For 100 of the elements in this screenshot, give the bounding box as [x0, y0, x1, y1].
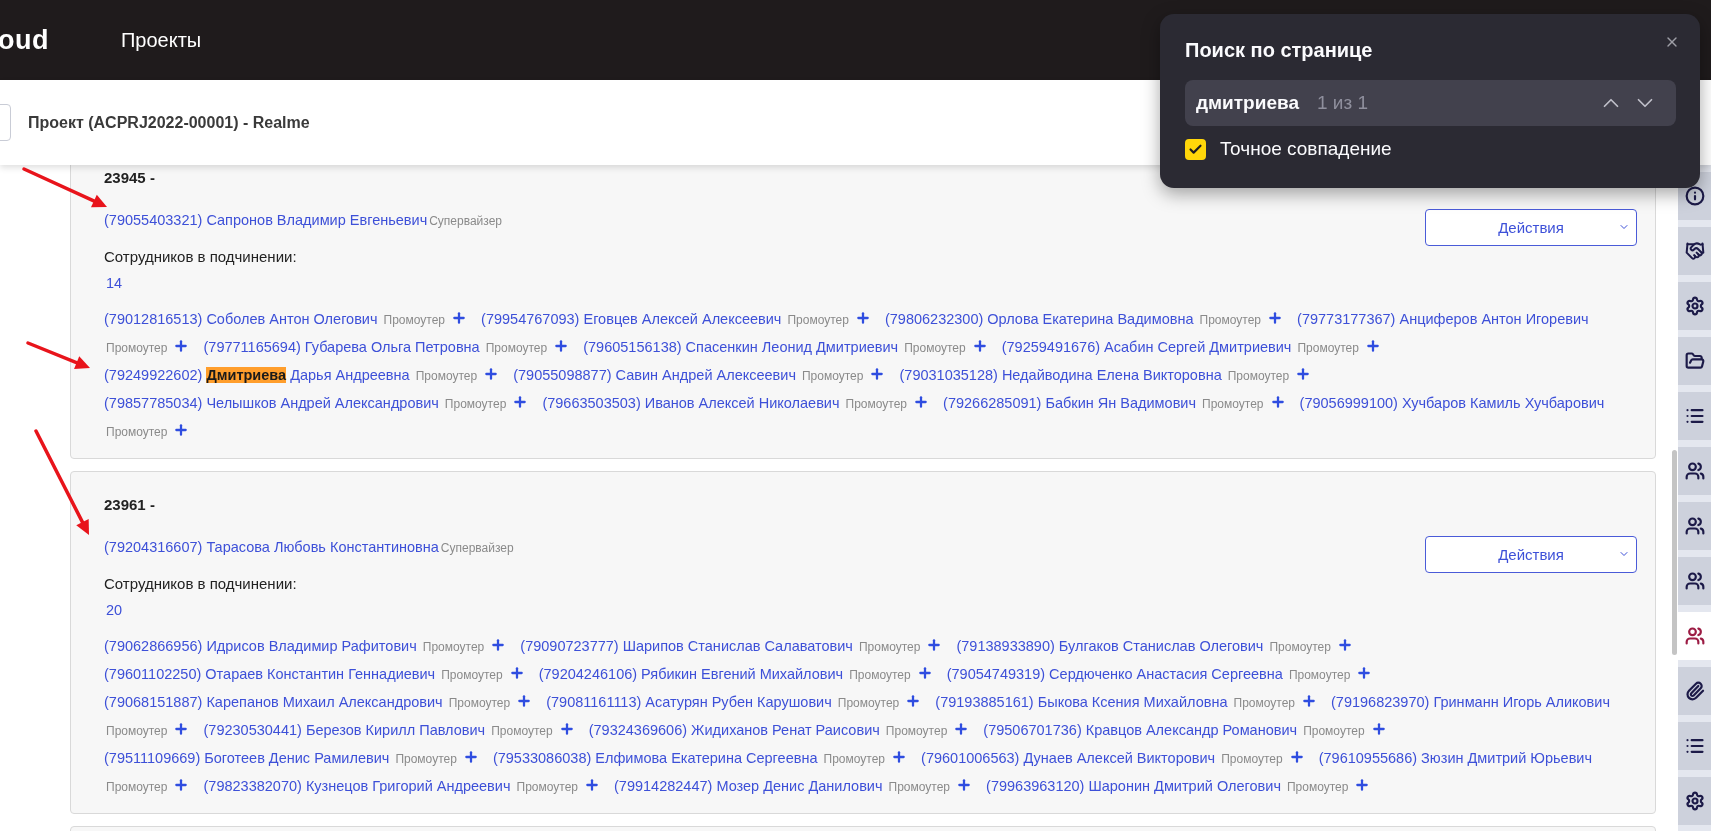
supervisor-link[interactable]: (79055403321) Сапронов Владимир Евгеньевич: [104, 212, 428, 228]
subordinates-count-link[interactable]: 20: [106, 602, 123, 618]
supervisor-link[interactable]: (79204316607) Тарасова Любовь Константиновна: [104, 539, 439, 555]
plus-icon[interactable]: [584, 777, 600, 793]
plus-icon[interactable]: [508, 665, 525, 681]
plus-icon[interactable]: [913, 394, 930, 410]
role-label: Промоутер: [858, 640, 921, 654]
employee-link[interactable]: (79062866956) Идрисов Владимир Рафитович: [104, 638, 417, 654]
sidebar-tab[interactable]: [1678, 502, 1711, 550]
employee-link[interactable]: (79610955686) Зюзин Дмитрий Юрьевич: [1318, 750, 1593, 766]
employee-link[interactable]: (79090723777) Шарипов Станислав Салаватович: [520, 638, 853, 654]
plus-icon[interactable]: [905, 693, 922, 709]
employee-link[interactable]: (79266285091) Бабкин Ян Вадимович: [943, 395, 1196, 411]
plus-icon[interactable]: [490, 637, 507, 653]
plus-icon[interactable]: [926, 637, 943, 653]
plus-icon[interactable]: [1301, 693, 1317, 709]
employee-link[interactable]: (79506701736) Кравцов Александр Романович: [983, 722, 1298, 738]
employee-link[interactable]: (79914282447) Мозер Денис Данилович: [614, 778, 883, 794]
plus-icon[interactable]: [953, 721, 970, 737]
sidebar-tab[interactable]: [1678, 447, 1711, 495]
plus-icon[interactable]: [173, 338, 190, 354]
sidebar-tab[interactable]: [1678, 777, 1711, 825]
sidebar-tab[interactable]: [1678, 282, 1711, 330]
employee-link[interactable]: (79081161113) Асатурян Рубен Карушович: [546, 694, 832, 710]
employee-link[interactable]: (79605156138) Спасенкин Леонид Дмитриевич: [583, 339, 899, 355]
plus-icon[interactable]: [869, 366, 886, 382]
employee-link[interactable]: (79324369606) Жидиханов Ренат Раисович: [588, 722, 880, 738]
employee-link[interactable]: (79138933890) Булгаков Станислав Олегович: [956, 638, 1264, 654]
role-label: Промоутер: [904, 341, 966, 355]
plus-icon[interactable]: [512, 394, 529, 410]
employee-link[interactable]: (79954767093) Еговцев Алексей Алексеевич: [481, 311, 782, 327]
plus-icon[interactable]: [1354, 777, 1371, 793]
plus-icon[interactable]: [1295, 366, 1312, 382]
employee-link[interactable]: (79012816513) Соболев Антон Олегович: [104, 311, 378, 327]
employee-link[interactable]: (79857785034) Челышков Андрей Александрович: [104, 395, 439, 411]
plus-icon[interactable]: [1370, 721, 1387, 737]
subordinates-count-link[interactable]: 14: [106, 275, 123, 291]
list-icon: [1684, 736, 1705, 756]
search-field[interactable]: дмитриева 1 из 1: [1185, 80, 1676, 126]
employee-link[interactable]: (79055098877) Савин Андрей Алексеевич: [513, 367, 796, 383]
exact-match-checkbox[interactable]: [1185, 138, 1206, 160]
role-label: Промоутер: [787, 313, 849, 327]
employee-link[interactable]: (79663503503) Иванов Алексей Николаевич: [542, 395, 840, 411]
plus-icon[interactable]: [1269, 394, 1286, 410]
plus-icon[interactable]: [173, 777, 190, 793]
plus-icon[interactable]: [1267, 310, 1284, 326]
plus-icon[interactable]: [173, 422, 190, 438]
employee-link[interactable]: (79601006563) Дунаев Алексей Викторович: [921, 750, 1216, 766]
role-label: Промоутер: [395, 752, 457, 766]
employee-link[interactable]: (79204246106) Рябикин Евгений Михайлович: [538, 666, 844, 682]
employee-link[interactable]: (79963963120) Шаронин Дмитрий Олегович: [986, 778, 1281, 794]
plus-icon[interactable]: [1364, 338, 1381, 354]
plus-icon[interactable]: [1288, 749, 1305, 765]
employee-link[interactable]: (79031035128) Недайводина Елена Викторовна: [899, 367, 1222, 383]
employee-link[interactable]: (79533086038) Елфимова Екатерина Сергеевна: [492, 750, 818, 766]
employee-link[interactable]: (79601102250) Отараев Константин Геннадиевич: [104, 666, 436, 682]
sidebar-tab[interactable]: [1678, 722, 1711, 770]
employee-link[interactable]: (79230530441) Березов Кирилл Павлович: [203, 722, 486, 738]
sidebar-tab[interactable]: [1678, 337, 1711, 385]
plus-icon[interactable]: [971, 338, 988, 354]
list-icon: [1684, 406, 1705, 426]
match-count: 1 из 1: [1316, 92, 1369, 114]
plus-icon[interactable]: [483, 366, 500, 382]
employee-link[interactable]: (79193885161) Быкова Ксения Михайловна: [935, 694, 1228, 710]
plus-icon[interactable]: [558, 721, 575, 737]
employee-link[interactable]: (79511109669) Боготеев Денис Рамилевич: [104, 750, 390, 766]
plus-icon[interactable]: [553, 338, 570, 354]
role-label: Промоутер: [422, 640, 485, 654]
role-label: Промоутер: [448, 696, 511, 710]
plus-icon[interactable]: [891, 749, 907, 765]
employee-link[interactable]: (79056999100) Хучбаров Камиль Хучбарович: [1299, 395, 1605, 411]
plus-icon[interactable]: [1336, 637, 1353, 653]
employee-link[interactable]: (79773177367) Анциферов Антон Игоревич: [1297, 311, 1589, 327]
employee-link[interactable]: (79771165694) Губарева Ольга Петровна: [203, 339, 480, 355]
nav-link[interactable]: Проекты: [121, 28, 202, 52]
sidebar-tab[interactable]: [1678, 557, 1711, 605]
sidebar-tab[interactable]: [1678, 227, 1711, 275]
sidebar-tab[interactable]: [1678, 612, 1711, 660]
plus-icon[interactable]: [916, 665, 933, 681]
employee-link[interactable]: (79054749319) Сердюченко Анастасия Сергеевна: [946, 666, 1283, 682]
actions-dropdown[interactable]: Действия: [1425, 536, 1637, 573]
role-label: Промоутер: [888, 780, 951, 794]
employee-link[interactable]: (79068151887) Карепанов Михаил Александрович: [104, 694, 443, 710]
plus-icon[interactable]: [462, 749, 479, 765]
actions-dropdown[interactable]: Действия: [1425, 209, 1637, 246]
plus-icon[interactable]: [1356, 665, 1373, 681]
sidebar-tab[interactable]: [1678, 667, 1711, 715]
employee-link[interactable]: (79196823970) Гринманн Игорь Аликович: [1331, 694, 1610, 710]
employee-link[interactable]: (79249922602) Дмитриева Дарья Андреевна: [104, 367, 410, 383]
plus-icon[interactable]: [854, 310, 871, 326]
scrollbar-thumb[interactable]: [1672, 450, 1677, 655]
role-label: Промоутер: [837, 696, 900, 710]
employee-link[interactable]: (79823382070) Кузнецов Григорий Андреевич: [203, 778, 511, 794]
sidebar-tab[interactable]: [1678, 392, 1711, 440]
plus-icon[interactable]: [956, 777, 973, 793]
plus-icon[interactable]: [516, 693, 533, 709]
employee-link[interactable]: (79806232300) Орлова Екатерина Вадимовна: [884, 311, 1194, 327]
plus-icon[interactable]: [173, 721, 190, 737]
employee-link[interactable]: (79259491676) Асабин Сергей Дмитриевич: [1001, 339, 1292, 355]
plus-icon[interactable]: [451, 310, 468, 326]
